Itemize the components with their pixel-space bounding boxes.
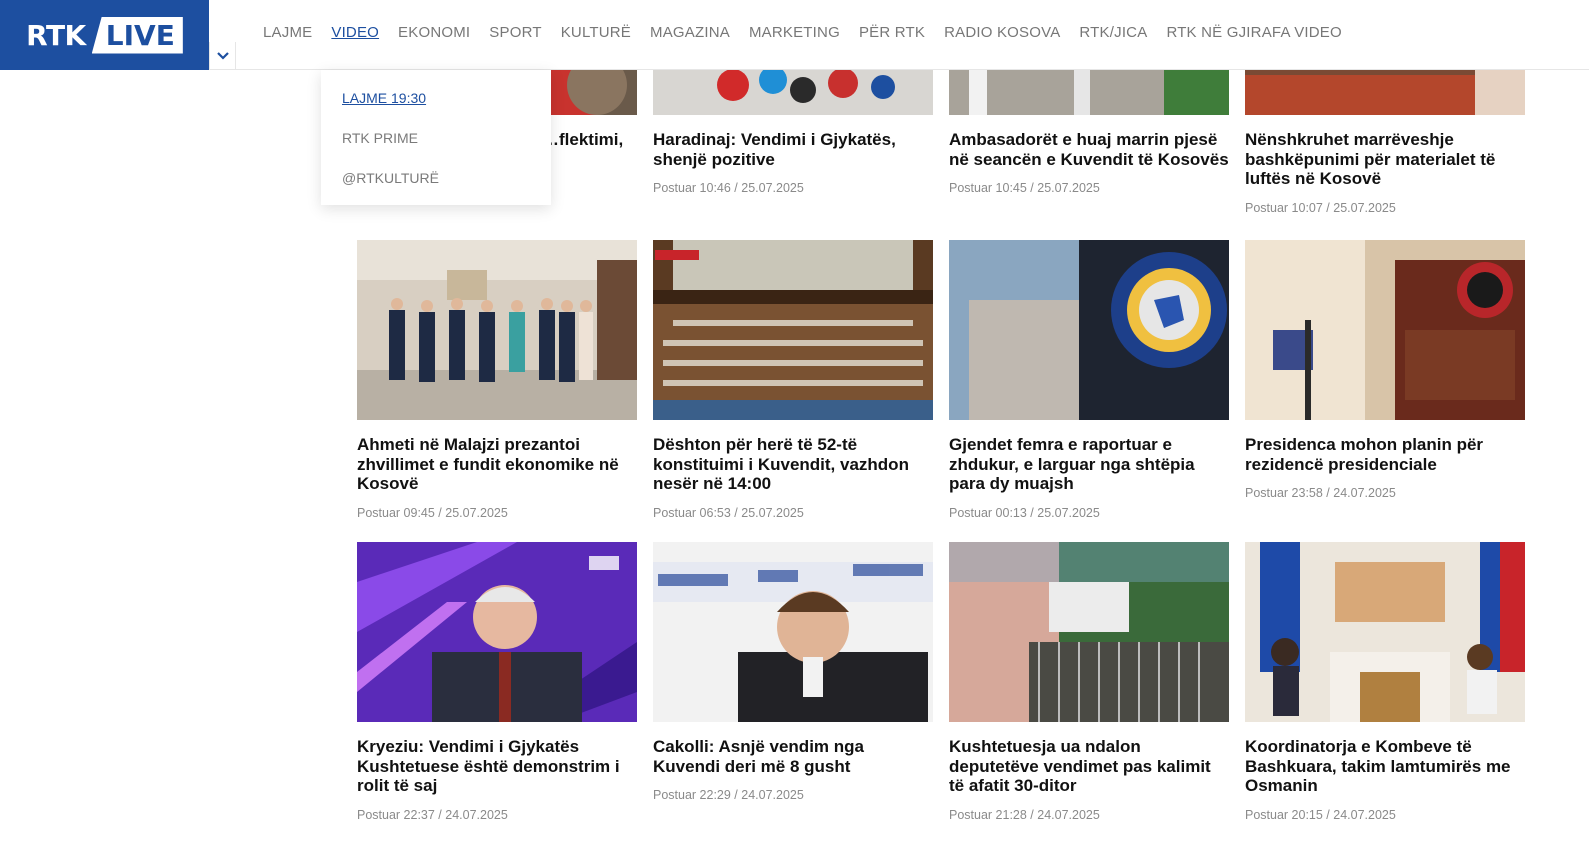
news-title[interactable]: Haradinaj: Vendimi i Gjykatës, shenjë po… xyxy=(653,130,933,169)
nav-item-marketing[interactable]: MARKETING xyxy=(749,24,840,41)
dropdown-item-lajme-1930[interactable]: LAJME 19:30 xyxy=(321,88,551,128)
news-thumbnail[interactable] xyxy=(1245,240,1525,420)
site-header: RTK LIVE LAJME VIDEO EKONOMI SPORT KULTU… xyxy=(0,0,1589,70)
news-title[interactable]: Kryeziu: Vendimi i Gjykatës Kushtetuese … xyxy=(357,737,637,796)
news-thumbnail[interactable] xyxy=(653,240,933,420)
news-title[interactable]: Nënshkruhet marrëveshje bashkëpunimi për… xyxy=(1245,130,1525,189)
dropdown-item-rtk-prime[interactable]: RTK PRIME xyxy=(321,128,551,168)
news-title[interactable]: Dështon për herë të 52-të konstituimi i … xyxy=(653,435,933,494)
nav-item-magazina[interactable]: MAGAZINA xyxy=(650,24,730,41)
news-timestamp: Postuar 10:45 / 25.07.2025 xyxy=(949,181,1100,195)
news-card[interactable]: Cakolli: Asnjë vendim nga Kuvendi deri m… xyxy=(653,542,933,802)
news-timestamp: Postuar 06:53 / 25.07.2025 xyxy=(653,505,804,520)
news-timestamp: Postuar 00:13 / 25.07.2025 xyxy=(949,505,1100,520)
news-title[interactable]: …flektimi, xyxy=(542,130,623,149)
news-timestamp: Postuar 10:07 / 25.07.2025 xyxy=(1245,200,1396,215)
menu-toggle-button[interactable] xyxy=(209,42,236,70)
news-card[interactable]: Gjendet femra e raportuar e zhdukur, e l… xyxy=(949,240,1229,520)
chevron-down-icon xyxy=(216,51,229,60)
nav-item-kulture[interactable]: KULTURË xyxy=(561,24,631,41)
nav-item-ekonomi[interactable]: EKONOMI xyxy=(398,24,470,41)
nav-item-sport[interactable]: SPORT xyxy=(489,24,541,41)
news-thumbnail[interactable] xyxy=(357,542,637,722)
main-nav: LAJME VIDEO EKONOMI SPORT KULTURË MAGAZI… xyxy=(263,24,1361,41)
news-timestamp: Postuar 22:37 / 24.07.2025 xyxy=(357,807,508,822)
news-thumbnail[interactable] xyxy=(1245,542,1525,722)
news-title[interactable]: Presidenca mohon planin për rezidencë pr… xyxy=(1245,435,1525,474)
news-title[interactable]: Ahmeti në Malajzi prezantoi zhvillimet e… xyxy=(357,435,637,494)
news-title[interactable]: Koordinatorja e Kombeve të Bashkuara, ta… xyxy=(1245,737,1525,796)
news-thumbnail[interactable] xyxy=(653,542,933,722)
news-title[interactable]: Kushtetuesja ua ndalon deputetëve vendim… xyxy=(949,737,1229,796)
logo-text-live: LIVE xyxy=(91,16,183,54)
news-thumbnail[interactable] xyxy=(357,240,637,420)
news-card[interactable]: Koordinatorja e Kombeve të Bashkuara, ta… xyxy=(1245,542,1525,822)
site-logo[interactable]: RTK LIVE xyxy=(0,0,209,70)
news-thumbnail[interactable] xyxy=(949,240,1229,420)
news-card[interactable]: Presidenca mohon planin për rezidencë pr… xyxy=(1245,240,1525,500)
logo-text-rtk: RTK xyxy=(26,18,86,52)
dropdown-item-rtkulture[interactable]: @RTKULTURË xyxy=(321,168,551,208)
news-card[interactable]: Kryeziu: Vendimi i Gjykatës Kushtetuese … xyxy=(357,542,637,822)
news-card[interactable]: Ahmeti në Malajzi prezantoi zhvillimet e… xyxy=(357,240,637,520)
news-timestamp: Postuar 09:45 / 25.07.2025 xyxy=(357,505,508,520)
video-dropdown-menu: LAJME 19:30 RTK PRIME @RTKULTURË xyxy=(321,70,551,205)
nav-item-per-rtk[interactable]: PËR RTK xyxy=(859,24,925,41)
news-card[interactable]: Dështon për herë të 52-të konstituimi i … xyxy=(653,240,933,520)
nav-item-video[interactable]: VIDEO xyxy=(331,24,379,41)
news-timestamp: Postuar 22:29 / 24.07.2025 xyxy=(653,788,804,802)
nav-item-radio-kosova[interactable]: RADIO KOSOVA xyxy=(944,24,1060,41)
news-thumbnail[interactable] xyxy=(949,542,1229,722)
news-title[interactable]: Ambasadorët e huaj marrin pjesë në seanc… xyxy=(949,130,1229,169)
news-title[interactable]: Cakolli: Asnjë vendim nga Kuvendi deri m… xyxy=(653,737,933,776)
nav-item-lajme[interactable]: LAJME xyxy=(263,24,312,41)
news-timestamp: Postuar 23:58 / 24.07.2025 xyxy=(1245,486,1396,500)
nav-item-rtk-jica[interactable]: RTK/JICA xyxy=(1079,24,1147,41)
news-card[interactable]: Kushtetuesja ua ndalon deputetëve vendim… xyxy=(949,542,1229,822)
news-timestamp: Postuar 21:28 / 24.07.2025 xyxy=(949,807,1100,822)
news-timestamp: Postuar 20:15 / 24.07.2025 xyxy=(1245,807,1396,822)
news-timestamp: Postuar 10:46 / 25.07.2025 xyxy=(653,181,804,195)
news-title[interactable]: Gjendet femra e raportuar e zhdukur, e l… xyxy=(949,435,1229,494)
nav-item-rtk-gjirafa-video[interactable]: RTK NË GJIRAFA VIDEO xyxy=(1166,24,1341,41)
